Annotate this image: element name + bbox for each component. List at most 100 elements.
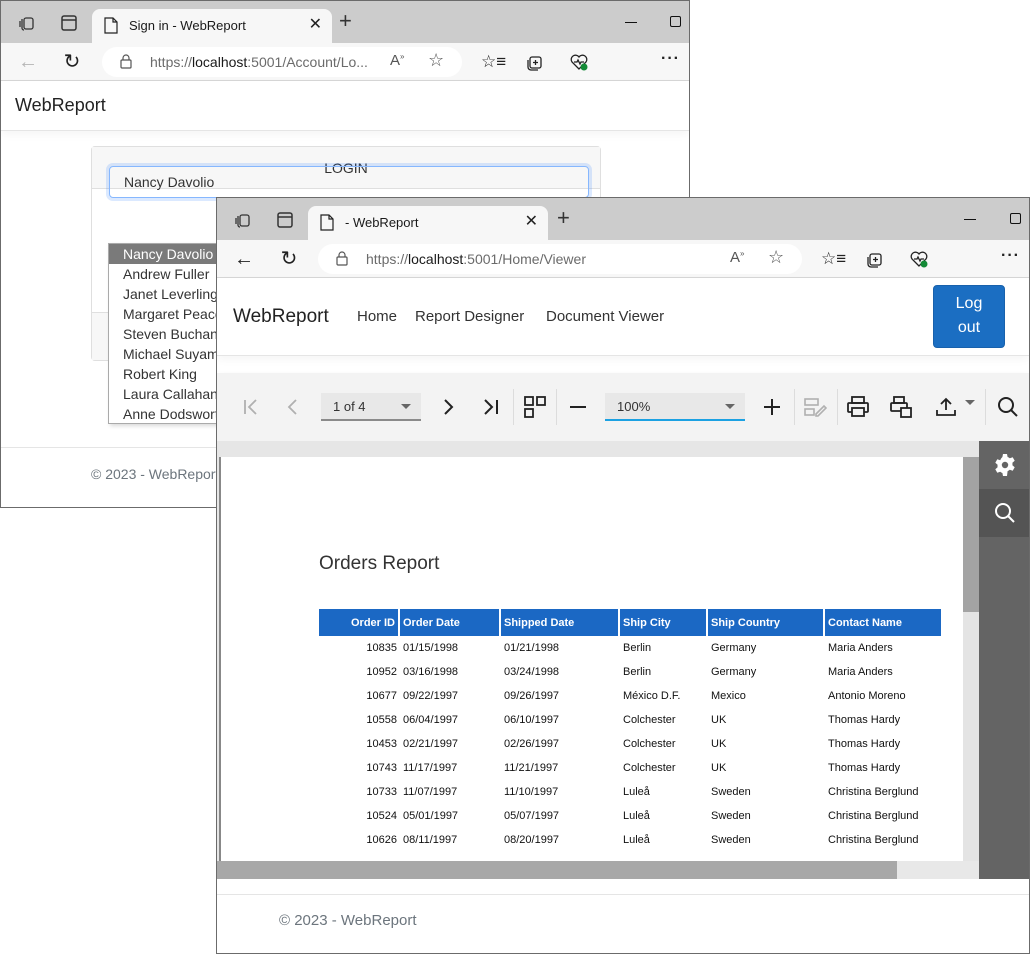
parameters-tab[interactable]: [979, 441, 1029, 489]
table-cell: Germany: [711, 666, 757, 678]
column-header: Contact Name: [825, 609, 941, 636]
table-body: 10835 01/15/1998 01/21/1998 Berlin Germany Ma…: [319, 636, 941, 852]
footer-copyright: © 2023 - WebReport: [91, 466, 220, 482]
print-icon[interactable]: [846, 395, 870, 419]
table-row: 10743 11/17/1997 11/21/1997 Colchester UK Tho…: [319, 756, 941, 780]
favorite-star-icon[interactable]: ☆: [428, 50, 444, 71]
favorite-star-icon[interactable]: ☆: [768, 247, 784, 268]
report-title: Orders Report: [319, 553, 440, 574]
tab-actions-icon[interactable]: [275, 210, 295, 230]
tab-strip: - WebReport ✕ +: [217, 198, 1029, 240]
table-cell: México D.F.: [623, 690, 681, 702]
new-tab-icon[interactable]: +: [557, 207, 570, 229]
new-tab-icon[interactable]: +: [339, 10, 352, 32]
maximize-icon[interactable]: [670, 16, 681, 27]
close-tab-icon[interactable]: ✕: [309, 16, 322, 34]
table-row: 10952 03/16/1998 03/24/1998 Berlin Germany Ma…: [319, 660, 941, 684]
minimize-icon[interactable]: [964, 219, 976, 220]
previous-page-icon[interactable]: [281, 395, 305, 419]
maximize-icon[interactable]: [1010, 213, 1021, 224]
url-scheme: https://: [366, 251, 409, 267]
table-cell: 02/21/1997: [403, 738, 459, 750]
table-cell: 10558: [366, 714, 397, 726]
table-cell: Colchester: [623, 738, 676, 750]
search-icon[interactable]: [996, 395, 1020, 419]
zoom-out-icon[interactable]: [566, 395, 590, 419]
table-cell: Mexico: [711, 690, 746, 702]
table-cell: 09/26/1997: [504, 690, 560, 702]
browser-essentials-icon[interactable]: [569, 52, 589, 72]
nav-home[interactable]: Home: [357, 308, 397, 325]
more-menu-icon[interactable]: ···: [661, 50, 680, 68]
multipage-view-icon[interactable]: [523, 395, 547, 419]
table-cell: UK: [711, 738, 727, 750]
read-aloud-icon[interactable]: A»: [730, 249, 744, 266]
workspaces-icon[interactable]: [17, 13, 37, 33]
nav-report-designer[interactable]: Report Designer: [415, 308, 524, 325]
vertical-scroll-track[interactable]: [963, 612, 979, 861]
url-host: localhost: [408, 251, 464, 267]
site-header: WebReport: [1, 81, 689, 131]
favorites-icon[interactable]: ☆≡: [481, 52, 506, 72]
browser-window-viewer: - WebReport ✕ + ← ↻ https://localhost:50…: [216, 197, 1030, 954]
search-panel-tab[interactable]: [979, 489, 1029, 537]
vertical-scroll-thumb[interactable]: [963, 457, 979, 612]
address-bar-row: ← ↻ https://localhost:5001/Account/Lo...…: [1, 43, 689, 81]
table-cell: 05/07/1997: [504, 810, 560, 822]
next-page-icon[interactable]: [436, 395, 460, 419]
table-cell: 10524: [366, 810, 397, 822]
collections-icon[interactable]: [525, 52, 545, 72]
collections-icon[interactable]: [865, 249, 885, 269]
export-chevron-down-icon[interactable]: [965, 400, 975, 405]
table-cell: 10952: [366, 666, 397, 678]
report-page: Orders Report Order ID Order Date Shippe…: [219, 457, 963, 861]
address-bar-row: ← ↻ https://localhost:5001/Home/Viewer A…: [217, 240, 1029, 278]
close-tab-icon[interactable]: ✕: [525, 213, 538, 231]
page-selector[interactable]: 1 of 4: [321, 393, 421, 421]
browser-essentials-icon[interactable]: [909, 249, 929, 269]
table-cell: 06/10/1997: [504, 714, 560, 726]
table-row: 10733 11/07/1997 11/10/1997 Luleå Sweden Chri…: [319, 780, 941, 804]
column-header: Ship City: [620, 609, 708, 636]
table-cell: Thomas Hardy: [828, 738, 901, 750]
table-cell: UK: [711, 762, 727, 774]
footer-divider: [217, 894, 1029, 895]
logout-button[interactable]: Log out: [933, 285, 1005, 348]
tab-sign-in[interactable]: Sign in - WebReport ✕: [92, 9, 332, 43]
table-cell: Christina Berglund: [828, 810, 919, 822]
refresh-icon[interactable]: ↻: [61, 51, 83, 73]
table-cell: Thomas Hardy: [828, 714, 901, 726]
export-icon[interactable]: [934, 395, 958, 419]
table-cell: 03/16/1998: [403, 666, 459, 678]
refresh-icon[interactable]: ↻: [278, 248, 300, 270]
workspaces-icon[interactable]: [233, 210, 253, 230]
user-select[interactable]: Nancy Davolio: [109, 166, 589, 198]
tab-viewer[interactable]: - WebReport ✕: [308, 206, 548, 240]
read-aloud-icon[interactable]: A»: [390, 52, 404, 69]
minimize-icon[interactable]: [625, 22, 637, 23]
print-page-icon[interactable]: [889, 395, 913, 419]
tab-actions-icon[interactable]: [59, 13, 79, 33]
table-cell: Sweden: [711, 810, 751, 822]
zoom-in-icon[interactable]: [760, 395, 784, 419]
chevron-down-icon: [401, 404, 411, 409]
back-icon[interactable]: ←: [233, 248, 255, 270]
zoom-selector[interactable]: 100%: [605, 393, 745, 421]
horizontal-scroll-thumb[interactable]: [217, 861, 897, 879]
table-cell: 08/20/1997: [504, 834, 560, 846]
table-cell: 03/24/1998: [504, 666, 560, 678]
nav-document-viewer[interactable]: Document Viewer: [546, 308, 664, 325]
more-menu-icon[interactable]: ···: [1001, 247, 1020, 265]
back-icon[interactable]: ←: [17, 51, 39, 73]
table-cell: 11/10/1997: [504, 786, 559, 798]
brand-link[interactable]: WebReport: [15, 95, 106, 116]
url-field[interactable]: https://localhost:5001/Home/Viewer A» ☆: [318, 244, 802, 274]
favorites-icon[interactable]: ☆≡: [821, 249, 846, 269]
logout-label-line2: out: [957, 319, 981, 336]
lock-icon: [336, 251, 348, 266]
first-page-icon[interactable]: [239, 395, 263, 419]
brand-link[interactable]: WebReport: [233, 306, 329, 328]
url-field[interactable]: https://localhost:5001/Account/Lo... A» …: [102, 47, 462, 77]
last-page-icon[interactable]: [479, 395, 503, 419]
editing-fields-icon[interactable]: [803, 395, 827, 419]
